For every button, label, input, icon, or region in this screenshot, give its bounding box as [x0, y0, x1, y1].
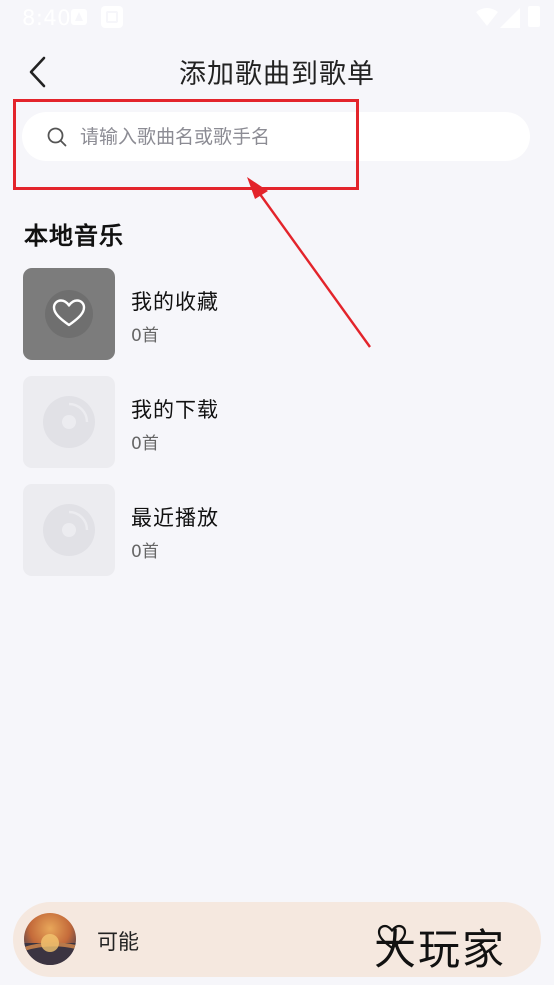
downloads-cover [23, 376, 115, 468]
favorites-cover [23, 268, 115, 360]
disc-icon [43, 504, 95, 556]
playlist-item-favorites[interactable]: 我的收藏 0首 [23, 268, 533, 360]
playlist-item-downloads[interactable]: 我的下载 0首 [23, 376, 533, 468]
playlist-name: 我的收藏 [131, 290, 219, 314]
now-playing-title: 可能 [97, 930, 139, 954]
drive-notification-icon [71, 9, 87, 25]
page-title: 添加歌曲到歌单 [179, 59, 375, 90]
signal-icon [500, 8, 520, 28]
playlist-item-recent[interactable]: 最近播放 0首 [23, 484, 533, 576]
playlist-count: 0首 [131, 326, 159, 346]
app-notification-icon [101, 6, 123, 28]
disc-icon [43, 396, 95, 448]
battery-icon [528, 6, 540, 27]
section-title-local-music: 本地音乐 [24, 222, 124, 250]
watermark-text: 大玩家 [374, 925, 507, 974]
playlist-name: 最近播放 [131, 506, 219, 530]
search-bar[interactable] [22, 112, 530, 161]
wifi-icon [476, 8, 498, 26]
album-art [24, 913, 76, 965]
search-input[interactable] [80, 125, 480, 148]
playlist-count: 0首 [131, 434, 159, 454]
playlist-name: 我的下载 [131, 398, 219, 422]
playlist-count: 0首 [131, 542, 159, 562]
heart-icon [45, 290, 93, 338]
status-time: 8:40 [22, 6, 72, 30]
recent-cover [23, 484, 115, 576]
status-bar: 8:40 [0, 0, 554, 36]
search-icon [46, 126, 68, 148]
